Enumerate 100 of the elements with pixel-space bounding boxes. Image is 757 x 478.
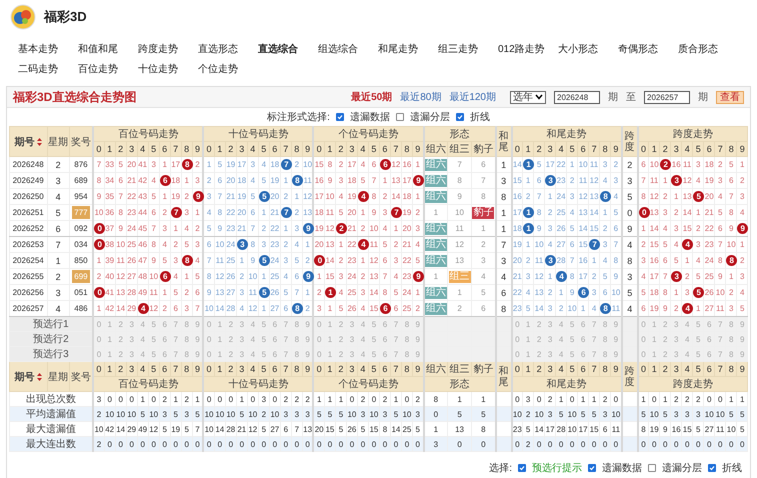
input-field[interactable]: 2026248 bbox=[554, 90, 600, 104]
table-cell: 0 bbox=[592, 440, 596, 448]
table-cell: 26 bbox=[704, 288, 714, 297]
number-ball: 8 bbox=[292, 303, 303, 314]
nav-link[interactable]: 十位走势 bbox=[138, 62, 198, 76]
table-cell: 0 bbox=[228, 394, 234, 404]
table-cell: 4 bbox=[481, 272, 486, 281]
table-cell: 3 bbox=[728, 304, 734, 313]
nav-link[interactable]: 个位走势 bbox=[198, 62, 258, 76]
table-cell: 25 bbox=[270, 272, 280, 281]
nav-link[interactable]: 组选综合 bbox=[318, 42, 378, 56]
checkbox[interactable] bbox=[396, 113, 404, 121]
nav-link[interactable]: 组三走势 bbox=[438, 42, 498, 56]
table-cell: 2 bbox=[305, 394, 310, 404]
table-cell: 2 bbox=[416, 394, 420, 404]
table-cell: 25 bbox=[556, 208, 566, 217]
table-cell: 16 bbox=[314, 176, 324, 185]
checkbox[interactable] bbox=[588, 464, 596, 472]
table-cell: 1 bbox=[305, 288, 310, 297]
table-cell: 6 bbox=[570, 240, 574, 249]
sort-icon[interactable] bbox=[36, 372, 42, 381]
table-cell: 49 bbox=[138, 424, 148, 434]
row-label: 预选行1 bbox=[33, 319, 69, 330]
column-header: 个位号码走势 bbox=[313, 126, 424, 142]
nav-link[interactable]: 基本走势 bbox=[18, 42, 78, 56]
table-cell: 0 bbox=[641, 440, 646, 448]
column-header[interactable]: 期号 bbox=[9, 362, 48, 392]
table-cell: 1 bbox=[162, 192, 167, 201]
checkbox[interactable] bbox=[336, 113, 344, 121]
table-cell: 1 bbox=[173, 224, 178, 233]
nav-link[interactable]: 跨度走势 bbox=[138, 42, 198, 56]
table-cell: 29 bbox=[127, 424, 136, 434]
nav-link[interactable]: 二码走势 bbox=[18, 62, 78, 76]
table-cell: 14 bbox=[534, 304, 544, 313]
table-cell: 10 bbox=[94, 208, 104, 217]
table-cell: 7 bbox=[662, 272, 668, 281]
table-cell: 11 bbox=[612, 424, 620, 434]
table-cell: 26 bbox=[347, 304, 356, 313]
table-cell: 8 bbox=[218, 208, 222, 217]
table-cell: 2 bbox=[740, 176, 744, 185]
column-header: 跨度 bbox=[622, 126, 638, 156]
table-cell: 7 bbox=[250, 224, 256, 233]
table-cell: 5 bbox=[662, 240, 668, 249]
table-cell: 21 bbox=[237, 424, 246, 434]
table-cell: 2 bbox=[526, 256, 530, 265]
table-cell: 8 bbox=[328, 160, 332, 169]
table-cell: 13 bbox=[534, 288, 544, 297]
table-cell: 11 bbox=[150, 288, 158, 297]
nav-link[interactable]: 和尾走势 bbox=[378, 42, 438, 56]
column-header: 星期 bbox=[47, 362, 70, 392]
table-cell: 1 bbox=[674, 192, 678, 201]
nav-link[interactable]: 质合形态 bbox=[678, 42, 738, 56]
nav-link[interactable]: 奇偶形态 bbox=[618, 42, 678, 56]
table-cell: 2 bbox=[162, 208, 167, 217]
nav-link[interactable]: 大小形态 bbox=[558, 42, 618, 56]
input-field[interactable]: 2026257 bbox=[644, 90, 690, 104]
table-cell: 10 bbox=[512, 410, 522, 418]
nav-link[interactable]: 和值和尾 bbox=[78, 42, 138, 56]
column-header[interactable]: 期号 bbox=[9, 126, 48, 156]
table-cell: 0 bbox=[350, 394, 354, 404]
table-cell: 7 bbox=[294, 424, 300, 434]
sort-icon[interactable] bbox=[36, 138, 42, 146]
table-cell: 10 bbox=[650, 160, 659, 169]
table-cell: 16 bbox=[672, 160, 681, 169]
table-cell: 0 bbox=[515, 440, 520, 448]
table-cell: 4 bbox=[284, 272, 288, 281]
table-cell: 7 bbox=[195, 304, 200, 313]
table-cell: 0 bbox=[515, 394, 520, 404]
table-cell: 17 bbox=[171, 160, 180, 169]
checkbox[interactable] bbox=[648, 464, 656, 472]
table-cell: 28 bbox=[226, 304, 236, 313]
table-cell: 1 bbox=[684, 256, 690, 265]
table-cell: 9 bbox=[662, 304, 668, 313]
table-cell: 28 bbox=[556, 256, 566, 265]
checkbox[interactable] bbox=[708, 464, 716, 472]
nav-link[interactable]: 直选综合 bbox=[258, 42, 318, 56]
checkbox[interactable] bbox=[518, 464, 526, 472]
number-ball: 0 bbox=[638, 207, 650, 218]
query-button[interactable]: 查看 bbox=[716, 90, 744, 104]
nav-link[interactable]: 百位走势 bbox=[78, 62, 138, 76]
table-cell: 1 bbox=[728, 394, 734, 404]
nav-link[interactable]: 012路走势 bbox=[498, 42, 558, 56]
table-cell: 9 bbox=[118, 224, 123, 233]
number-ball: 9 bbox=[737, 223, 748, 234]
checkbox[interactable] bbox=[456, 113, 464, 121]
table-cell: 12 bbox=[215, 272, 224, 281]
table-cell: 2 bbox=[262, 410, 266, 418]
year-select[interactable]: 选年 bbox=[510, 90, 546, 104]
range-link[interactable]: 最近50期 bbox=[351, 90, 392, 104]
table-cell: 27 bbox=[127, 272, 136, 281]
table-cell: 23 bbox=[402, 272, 412, 281]
table-cell: 2 bbox=[674, 208, 678, 217]
table-cell: 24 bbox=[402, 288, 412, 297]
range-link[interactable]: 最近120期 bbox=[449, 90, 496, 104]
nav-link[interactable]: 直选形态 bbox=[198, 42, 258, 56]
range-link[interactable]: 最近80期 bbox=[400, 90, 442, 104]
number-ball: 4 bbox=[358, 239, 369, 250]
table-cell: 8 bbox=[151, 240, 156, 249]
table-cell: 1 bbox=[262, 272, 266, 281]
column-header: 跨度 bbox=[622, 362, 638, 392]
